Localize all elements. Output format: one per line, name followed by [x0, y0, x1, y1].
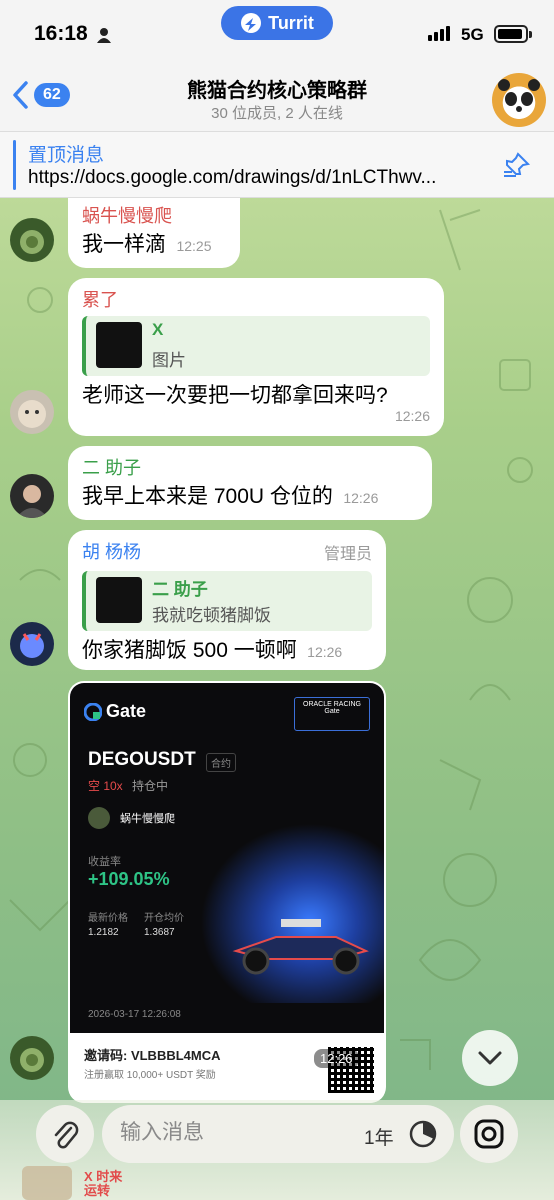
person-avatar-icon	[16, 485, 48, 518]
last-price: 1.2182	[88, 927, 119, 938]
network-label: 5G	[461, 25, 484, 44]
invite-code: 邀请码: VLBBBL4MCA	[84, 1048, 221, 1063]
reply-author: X	[152, 320, 164, 339]
turrit-logo-icon	[241, 13, 262, 33]
clock: 16:18	[34, 22, 88, 45]
reply-text: 图片	[152, 351, 186, 370]
scroll-to-bottom-button[interactable]	[462, 1030, 518, 1086]
side-leverage: 空 10x	[88, 779, 123, 793]
reply-text: 我就吃顿猪脚饭	[152, 606, 271, 625]
message-text: 我早上本来是 700U 仓位的	[82, 485, 333, 508]
reply-thumbnail	[96, 322, 142, 368]
pin-list-icon[interactable]	[502, 152, 532, 178]
partial-message-label: X 时来 运转	[84, 1169, 123, 1198]
pinned-message-bar[interactable]: 置顶消息 https://docs.google.com/drawings/d/…	[0, 132, 554, 198]
person-icon	[97, 28, 111, 43]
sender-name[interactable]: 累了	[82, 286, 430, 312]
avatar[interactable]	[10, 474, 54, 518]
chat-subtitle: 30 位成员, 2 人在线	[211, 105, 343, 122]
entry-price: 1.3687	[144, 927, 175, 938]
message-time: 12:26	[394, 408, 430, 424]
message-text: 老师这一次要把一切都拿回来吗?	[82, 384, 388, 407]
contract-tag: 合约	[206, 753, 236, 772]
card-user-avatar	[88, 807, 110, 829]
message-text: 你家猪脚饭 500 一顿啊	[82, 639, 297, 662]
partial-sticker-avatar	[22, 1166, 72, 1200]
dragon-avatar-icon	[20, 633, 44, 658]
message-input-pill[interactable]: 1年	[102, 1105, 454, 1163]
sender-name[interactable]: 二 助子	[82, 454, 418, 480]
card-footer: 邀请码: VLBBBL4MCA 注册赢取 10,000+ USDT 奖励	[70, 1033, 384, 1103]
snail-avatar-icon	[20, 1048, 44, 1072]
message-bubble[interactable]: 蜗牛慢慢爬 我一样滴 12:25	[68, 198, 240, 268]
chat-title[interactable]: 熊猫合约核心策略群	[0, 74, 554, 103]
reply-preview[interactable]: 二 助子 我就吃顿猪脚饭	[82, 571, 372, 631]
message-input[interactable]	[120, 1121, 350, 1145]
entry-price-label: 开仓均价	[144, 913, 184, 924]
dog-avatar-icon	[18, 400, 46, 428]
reply-author: 二 助子	[152, 580, 208, 599]
pinned-title: 置顶消息	[28, 145, 105, 166]
avatar[interactable]	[10, 390, 54, 434]
trading-pair: DEGOUSDT	[88, 749, 196, 770]
reply-preview[interactable]: X 图片	[82, 316, 430, 376]
card-timestamp: 2026-03-17 12:26:08	[88, 1009, 181, 1020]
message-time: 12:25	[176, 238, 212, 254]
bonus-text: 注册赢取 10,000+ USDT 奖励	[84, 1070, 216, 1081]
position-state: 持仓中	[132, 779, 169, 793]
gate-brand: Gate	[106, 701, 147, 721]
yield-value: +109.05%	[88, 869, 170, 889]
chat-header: 62 熊猫合约核心策略群 30 位成员, 2 人在线	[0, 66, 554, 132]
yield-label: 收益率	[88, 856, 121, 868]
gate-logo: Gate	[84, 701, 146, 722]
message-bubble[interactable]: 累了 X 图片 老师这一次要把一切都拿回来吗? 12:26	[68, 278, 444, 436]
status-bar: 16:18 Turrit 5G	[0, 0, 554, 66]
turrit-pill[interactable]: Turrit	[221, 6, 333, 40]
turrit-label: Turrit	[268, 12, 314, 33]
last-price-label: 最新价格	[88, 913, 128, 924]
battery-icon	[494, 25, 528, 43]
message-time: 12:26	[307, 644, 343, 660]
position-side: 空 10x 持仓中	[88, 777, 168, 794]
pinned-indicator	[13, 140, 16, 190]
image-message[interactable]: Gate ORACLE RACING Gate DEGOUSDT 合约 空 10…	[68, 681, 386, 1103]
message-bubble[interactable]: 胡 杨杨 管理员 二 助子 我就吃顿猪脚饭 你家猪脚饭 500 一顿啊 12:2…	[68, 530, 386, 670]
group-avatar[interactable]	[492, 73, 546, 127]
message-time: 12:26	[343, 490, 379, 506]
paperclip-icon	[54, 1121, 79, 1149]
attach-button[interactable]	[36, 1105, 94, 1163]
trade-card: Gate ORACLE RACING Gate DEGOUSDT 合约 空 10…	[70, 683, 384, 1033]
camera-icon	[474, 1119, 504, 1149]
avatar[interactable]	[10, 218, 54, 262]
pinned-text: https://docs.google.com/drawings/d/1nLCT…	[28, 167, 437, 188]
message-bubble[interactable]: 二 助子 我早上本来是 700U 仓位的 12:26	[68, 446, 432, 520]
battery-tip	[529, 31, 532, 38]
admin-badge: 管理员	[323, 546, 372, 563]
timer-icon[interactable]	[408, 1119, 438, 1149]
snail-avatar-icon	[20, 230, 44, 254]
message-text: 我一样滴	[82, 233, 166, 256]
reply-thumbnail	[96, 577, 142, 623]
card-user: 蜗牛慢慢爬	[88, 807, 175, 829]
chevron-down-icon	[478, 1051, 502, 1065]
message-time: 12:26	[314, 1049, 359, 1068]
signal-icon	[428, 26, 450, 41]
race-car-icon	[232, 919, 369, 975]
sender-name[interactable]: 胡 杨杨	[82, 538, 141, 564]
avatar[interactable]	[10, 622, 54, 666]
auto-delete-label[interactable]: 1年	[364, 1123, 394, 1150]
oracle-racing-badge: ORACLE RACING Gate	[294, 697, 370, 731]
panda-icon	[498, 79, 540, 112]
sender-name[interactable]: 蜗牛慢慢爬	[82, 202, 226, 228]
card-user-name: 蜗牛慢慢爬	[120, 813, 175, 825]
avatar[interactable]	[10, 1036, 54, 1080]
gate-logo-icon	[84, 702, 102, 721]
camera-button[interactable]	[460, 1105, 518, 1163]
composer: 1年 X 时来 运转	[0, 1100, 554, 1200]
